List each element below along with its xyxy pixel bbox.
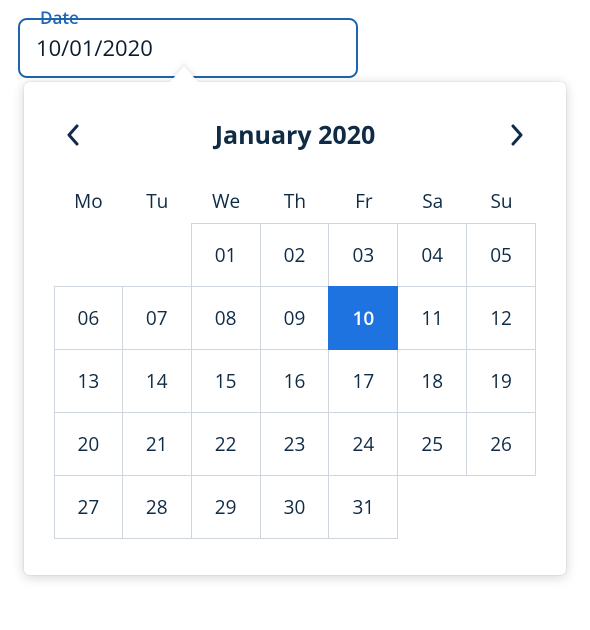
weekday-header: Th	[261, 178, 330, 224]
calendar-day[interactable]: 30	[260, 475, 330, 539]
calendar-day[interactable]: 27	[54, 475, 123, 539]
calendar-day[interactable]: 25	[397, 412, 467, 476]
weekday-header: Fr	[329, 178, 398, 224]
weekday-header: Sa	[398, 178, 467, 224]
next-month-button[interactable]	[498, 116, 536, 154]
weekday-header: We	[192, 178, 261, 224]
calendar-day[interactable]: 03	[328, 223, 398, 287]
calendar-day[interactable]: 28	[122, 475, 192, 539]
calendar-day[interactable]: 23	[260, 412, 330, 476]
weekday-header: Tu	[123, 178, 192, 224]
chevron-left-icon	[65, 123, 81, 147]
calendar-day[interactable]: 11	[397, 286, 467, 350]
calendar-day[interactable]: 29	[191, 475, 261, 539]
calendar-day[interactable]: 17	[328, 349, 398, 413]
calendar-day[interactable]: 08	[191, 286, 261, 350]
calendar-day[interactable]: 24	[328, 412, 398, 476]
chevron-right-icon	[509, 123, 525, 147]
popover-caret	[170, 66, 198, 82]
calendar-day[interactable]: 07	[122, 286, 192, 350]
calendar-day[interactable]: 21	[122, 412, 192, 476]
calendar-day[interactable]: 19	[466, 349, 536, 413]
calendar-day[interactable]: 05	[466, 223, 536, 287]
calendar-day[interactable]: 02	[260, 223, 330, 287]
calendar-day[interactable]: 26	[466, 412, 536, 476]
calendar-day-selected[interactable]: 10	[328, 286, 398, 350]
calendar-day[interactable]: 12	[466, 286, 536, 350]
calendar-day[interactable]: 18	[397, 349, 467, 413]
calendar-day[interactable]: 20	[54, 412, 123, 476]
date-input-value: 10/01/2020	[36, 33, 153, 63]
calendar-day[interactable]: 31	[328, 475, 398, 539]
calendar-day[interactable]: 09	[260, 286, 330, 350]
prev-month-button[interactable]	[54, 116, 92, 154]
weekday-header-row: MoTuWeThFrSaSu	[54, 178, 536, 224]
calendar-day[interactable]: 22	[191, 412, 261, 476]
calendar-day[interactable]: 13	[54, 349, 123, 413]
weekday-header: Mo	[54, 178, 123, 224]
calendar-day[interactable]: 14	[122, 349, 192, 413]
calendar-days-grid: 0102030405 06070809101112 13141516171819 20…	[54, 224, 536, 539]
calendar-day[interactable]: 04	[397, 223, 467, 287]
calendar-title: January 2020	[92, 118, 498, 152]
calendar-day[interactable]: 06	[54, 286, 123, 350]
calendar-popover: January 2020 MoTuWeThFrSaSu 0102030405 06…	[24, 82, 566, 575]
calendar-empty-cell	[53, 223, 123, 287]
calendar-day[interactable]: 15	[191, 349, 261, 413]
calendar-empty-cell	[122, 223, 192, 287]
calendar-day[interactable]: 01	[191, 223, 261, 287]
weekday-header: Su	[467, 178, 536, 224]
calendar-day[interactable]: 16	[260, 349, 330, 413]
